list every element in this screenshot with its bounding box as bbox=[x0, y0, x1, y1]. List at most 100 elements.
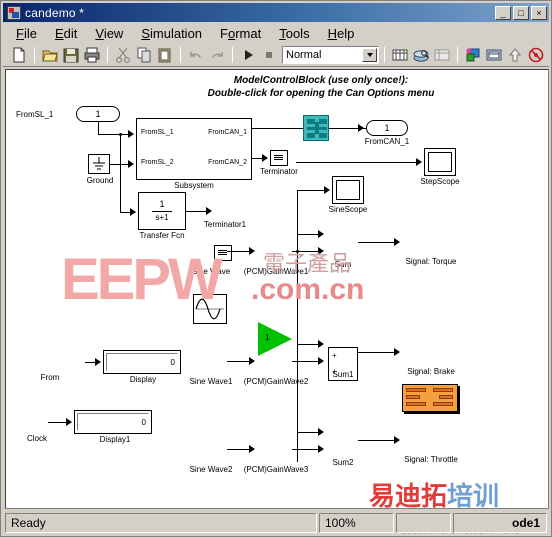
window-controls: _ □ × bbox=[495, 5, 547, 20]
subsystem-output-2: FromCAN_2 bbox=[208, 159, 247, 166]
data-explorer-icon[interactable] bbox=[484, 45, 504, 65]
status-solver: ode1 bbox=[453, 513, 547, 533]
label-sum2: Sum2 bbox=[332, 458, 354, 467]
wire-fromsl1-down bbox=[98, 122, 99, 134]
label-signal-torque: Signal: Torque bbox=[405, 257, 457, 266]
block-step-scope[interactable] bbox=[424, 148, 456, 176]
block-ground[interactable] bbox=[88, 154, 110, 174]
block-sine-wave[interactable] bbox=[193, 294, 227, 324]
block-terminator[interactable] bbox=[270, 150, 288, 166]
subsystem-output-1: FromCAN_1 bbox=[208, 129, 247, 136]
print-icon[interactable] bbox=[82, 45, 102, 65]
toolbar: Normal bbox=[3, 43, 549, 67]
wire-sum2-to-throttle bbox=[358, 440, 398, 441]
transfer-fcn-fraction-bar bbox=[152, 211, 172, 212]
label-clock: Clock bbox=[26, 434, 47, 443]
redo-icon[interactable] bbox=[207, 45, 227, 65]
menu-tools-label: ools bbox=[285, 25, 310, 41]
simulink-model-icon bbox=[7, 5, 21, 20]
menu-simulation[interactable]: Simulation bbox=[132, 25, 211, 42]
simulink-model-window: candemo * _ □ × File Edit View Simulatio… bbox=[0, 0, 552, 537]
label-gain-wave-2: (PCM)GainWave2 bbox=[243, 377, 309, 386]
wire-branch-down bbox=[120, 134, 121, 212]
menu-tools[interactable]: Tools bbox=[270, 25, 318, 42]
arrow-gain3-in bbox=[249, 445, 255, 453]
label-sine-wave-2: Sine Wave2 bbox=[189, 465, 233, 474]
menu-edit[interactable]: Edit bbox=[46, 25, 86, 42]
undo-icon[interactable] bbox=[186, 45, 206, 65]
menu-file-label: ile bbox=[23, 25, 37, 41]
chevron-down-icon[interactable] bbox=[362, 47, 377, 62]
model-diagram: ModelControlBlock (use only once!): Doub… bbox=[6, 70, 548, 508]
menu-view[interactable]: View bbox=[86, 25, 132, 42]
menu-file[interactable]: File bbox=[7, 25, 46, 42]
menu-simulation-label: imulation bbox=[150, 25, 203, 41]
menu-help-label: elp bbox=[336, 25, 355, 41]
menu-view-label: iew bbox=[103, 25, 124, 41]
gain-wave-1-shape bbox=[258, 322, 292, 356]
block-display1[interactable]: 0 bbox=[74, 410, 152, 434]
paste-icon[interactable] bbox=[155, 45, 175, 65]
maximize-button[interactable]: □ bbox=[513, 5, 529, 20]
arrow-sum1-in2 bbox=[318, 357, 324, 365]
arrow-sum-in1 bbox=[318, 230, 324, 238]
arrow-tf-in bbox=[130, 208, 136, 216]
label-gain-wave-1: (PCM)GainWave1 bbox=[243, 267, 309, 276]
save-icon[interactable] bbox=[61, 45, 81, 65]
toolbar-separator-1 bbox=[34, 46, 35, 63]
model-canvas[interactable]: ModelControlBlock (use only once!): Doub… bbox=[5, 69, 549, 509]
update-diagram-icon[interactable] bbox=[390, 45, 410, 65]
simulation-mode-value: Normal bbox=[286, 48, 322, 61]
block-transfer-fcn[interactable]: 1 s+1 bbox=[138, 192, 186, 230]
block-help-icon[interactable] bbox=[526, 45, 546, 65]
arrow-display-in bbox=[95, 358, 101, 366]
toggle-model-browser-icon[interactable] bbox=[432, 45, 452, 65]
status-solver-value: ode1 bbox=[511, 516, 540, 530]
block-subsystem[interactable]: FromSL_1 FromSL_2 FromCAN_1 FromCAN_2 bbox=[136, 118, 252, 180]
close-button[interactable]: × bbox=[531, 5, 547, 20]
menu-format[interactable]: Format bbox=[211, 25, 270, 42]
wire-ground-out bbox=[110, 164, 130, 165]
library-browser-icon[interactable] bbox=[411, 45, 431, 65]
menu-bar: File Edit View Simulation Format Tools H… bbox=[3, 23, 549, 43]
subsystem-input-2: FromSL_2 bbox=[141, 159, 174, 166]
label-from-can-1: FromCAN_1 bbox=[364, 137, 410, 146]
arrow-brake-in bbox=[394, 348, 400, 356]
new-model-icon[interactable] bbox=[9, 45, 29, 65]
debug-icon[interactable] bbox=[463, 45, 483, 65]
cut-icon[interactable] bbox=[113, 45, 133, 65]
toolbar-separator-6 bbox=[457, 46, 458, 63]
simulation-mode-select[interactable]: Normal bbox=[282, 45, 379, 64]
block-from-sl-1-port[interactable]: 1 bbox=[76, 106, 120, 122]
wire-sum1-to-brake bbox=[358, 352, 398, 353]
menu-format-label: rmat bbox=[235, 25, 262, 41]
block-display[interactable]: 0 bbox=[103, 350, 181, 374]
label-signal-throttle: Signal: Throttle bbox=[404, 455, 458, 464]
start-simulation-icon[interactable] bbox=[238, 45, 258, 65]
block-terminator1[interactable] bbox=[214, 245, 232, 261]
label-ground: Ground bbox=[86, 176, 114, 185]
subsystem-input-1: FromSL_1 bbox=[141, 129, 174, 136]
stop-simulation-icon[interactable] bbox=[259, 45, 279, 65]
sine-scope-display bbox=[336, 180, 360, 200]
menu-help[interactable]: Help bbox=[319, 25, 364, 42]
block-from-can-1-port[interactable]: 1 bbox=[366, 120, 408, 136]
go-up-icon[interactable] bbox=[505, 45, 525, 65]
block-model-control-block[interactable] bbox=[303, 115, 329, 141]
label-from: From bbox=[40, 373, 60, 382]
from-can-1-port-value: 1 bbox=[384, 123, 390, 133]
arrow-sum-in2 bbox=[318, 247, 324, 255]
menu-edit-label: dit bbox=[63, 25, 78, 41]
block-signal-torque[interactable] bbox=[402, 384, 458, 412]
window-title: candemo * bbox=[25, 5, 85, 20]
block-gain-wave-1[interactable]: 1 bbox=[258, 322, 548, 356]
block-sine-scope[interactable] bbox=[332, 176, 364, 204]
open-model-icon[interactable] bbox=[40, 45, 60, 65]
model-annotation: ModelControlBlock (use only once!): Doub… bbox=[186, 74, 456, 100]
minimize-button[interactable]: _ bbox=[495, 5, 511, 20]
copy-icon[interactable] bbox=[134, 45, 154, 65]
arrow-sum2-in2 bbox=[318, 445, 324, 453]
label-step-scope: StepScope bbox=[420, 177, 460, 186]
label-display: Display bbox=[129, 375, 157, 384]
arrow-sine-scope-in bbox=[324, 186, 330, 194]
